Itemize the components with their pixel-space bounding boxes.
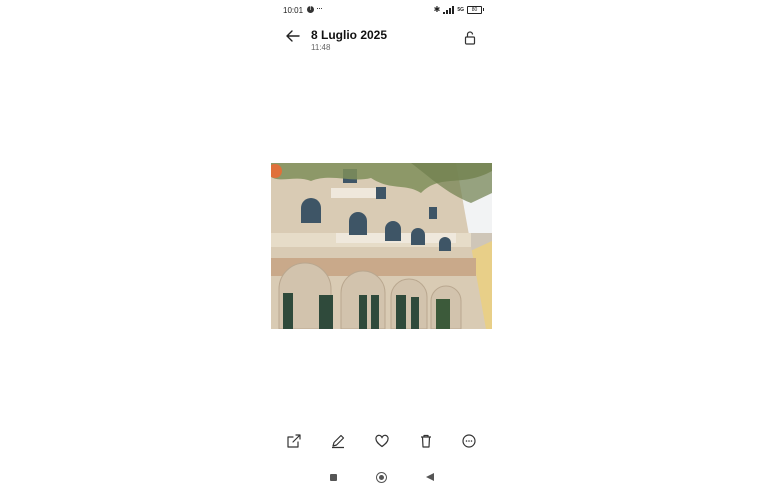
status-bar: 10:01 f ··· ✱ 5G 80 (271, 0, 492, 20)
home-nav-button[interactable] (376, 472, 387, 483)
signal-icon (443, 5, 455, 14)
status-right-icons: ✱ 5G 80 (433, 5, 484, 14)
lock-button[interactable] (463, 30, 477, 46)
facebook-icon: f (307, 6, 314, 13)
pencil-icon (332, 434, 345, 449)
more-icon (462, 434, 476, 448)
favorite-button[interactable] (374, 433, 390, 449)
battery-icon: 80 (467, 5, 484, 14)
back-nav-button[interactable] (426, 473, 434, 481)
edit-button[interactable] (330, 433, 346, 449)
photo-header: 8 Luglio 2025 11:48 (271, 24, 492, 58)
more-notifications-icon: ··· (316, 3, 323, 13)
more-button[interactable] (461, 433, 477, 449)
back-button[interactable] (285, 28, 301, 44)
share-icon (287, 434, 301, 448)
system-nav-bar (271, 468, 492, 488)
trash-icon (421, 434, 431, 448)
building-photo (271, 163, 492, 329)
status-time: 10:01 (283, 6, 304, 15)
share-button[interactable] (286, 433, 302, 449)
lock-open-icon (464, 31, 476, 45)
delete-button[interactable] (418, 433, 434, 449)
network-type-icon: 5G (457, 6, 464, 13)
photo-time-subtitle: 11:48 (311, 43, 331, 52)
photo-action-bar (271, 430, 492, 452)
photo-date-title: 8 Luglio 2025 (311, 28, 388, 42)
photo-view[interactable] (271, 163, 492, 329)
recents-nav-button[interactable] (330, 474, 337, 481)
arrow-left-icon (286, 30, 300, 42)
bluetooth-icon: ✱ (433, 5, 441, 14)
phone-screen: 10:01 f ··· ✱ 5G 80 8 Luglio 2025 11:48 (271, 0, 492, 492)
heart-icon (375, 434, 389, 448)
